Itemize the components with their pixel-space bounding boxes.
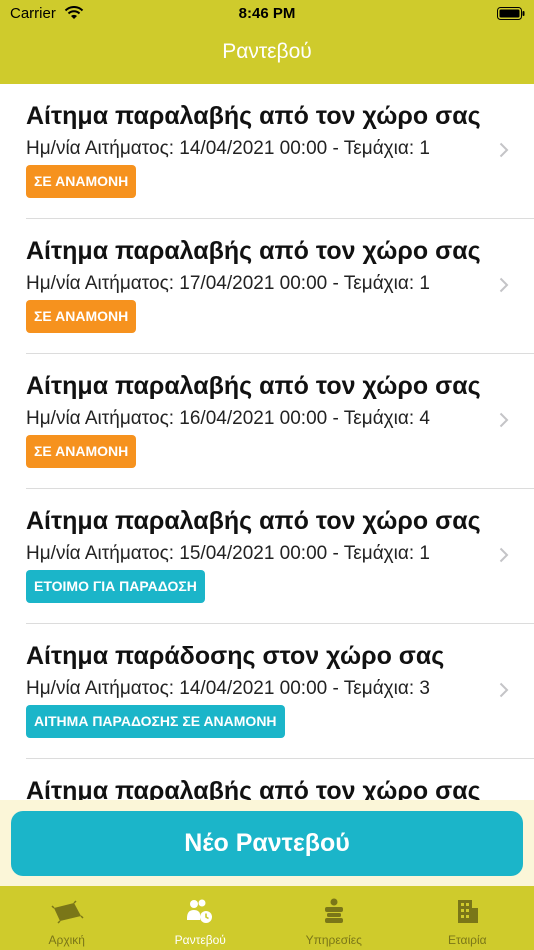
tab-home[interactable]: Αρχική — [0, 886, 134, 950]
appointment-details: Ημ/νία Αιτήματος: 14/04/2021 00:00 - Τεμ… — [26, 678, 430, 699]
tab-label: Αρχική — [48, 933, 85, 947]
appointment-title: Αίτημα παραλαβής από τον χώρο σας — [26, 102, 481, 130]
appointment-row[interactable]: Αίτημα παραλαβής από τον χώρο σας Ημ/νία… — [0, 489, 534, 624]
appointment-row[interactable]: Αίτημα παραλαβής από τον χώρο σας Ημ/νία… — [0, 354, 534, 489]
status-time: 8:46 PM — [238, 5, 296, 22]
navigation-header: Carrier 8:46 PM Ραντεβού — [0, 0, 534, 84]
chevron-right-icon — [499, 547, 509, 563]
appointment-title: Αίτημα παράδοσης στον χώρο σας — [26, 642, 445, 670]
appointment-row[interactable]: Αίτημα παραλαβής από τον χώρο σας Ημ/νία… — [0, 219, 534, 354]
appointment-details: Ημ/νία Αιτήματος: 17/04/2021 00:00 - Τεμ… — [26, 273, 430, 294]
chevron-right-icon — [499, 277, 509, 293]
status-badge: ΣΕ ΑΝΑΜΟΝΗ — [26, 435, 137, 468]
appointment-details: Ημ/νία Αιτήματος: 15/04/2021 00:00 - Τεμ… — [26, 543, 430, 564]
appointment-title: Αίτημα παραλαβής από τον χώρο σας — [26, 372, 481, 400]
appointments-list[interactable]: Αίτημα παραλαβής από τον χώρο σας Ημ/νία… — [0, 84, 534, 804]
tab-bar: Αρχική Ραντεβού Υπηρεσίες Εταιρία — [0, 886, 534, 950]
status-badge: ΑΙΤΗΜΑ ΠΑΡΑΔΟΣΗΣ ΣΕ ΑΝΑΜΟΝΗ — [26, 705, 285, 738]
appointment-row[interactable]: Αίτημα παραλαβής από τον χώρο σας Ημ/νία… — [0, 84, 534, 219]
status-badge: ΕΤΟΙΜΟ ΓΙΑ ΠΑΡΑΔΟΣΗ — [26, 570, 205, 603]
appointment-row[interactable]: Αίτημα παραλαβής από τον χώρο σας — [0, 759, 534, 804]
chevron-right-icon — [499, 412, 509, 428]
status-badge: ΣΕ ΑΝΑΜΟΝΗ — [26, 165, 137, 198]
carpet-icon — [51, 900, 84, 924]
tab-label: Εταιρία — [447, 933, 487, 947]
company-icon — [458, 900, 479, 923]
new-appointment-button[interactable]: Νέο Ραντεβού — [11, 811, 523, 876]
battery-icon — [497, 7, 525, 20]
tab-services[interactable]: Υπηρεσίες — [267, 886, 401, 950]
appointment-details: Ημ/νία Αιτήματος: 14/04/2021 00:00 - Τεμ… — [26, 138, 430, 159]
appointment-row[interactable]: Αίτημα παράδοσης στον χώρο σας Ημ/νία Αι… — [0, 624, 534, 759]
tab-company[interactable]: Εταιρία — [401, 886, 534, 950]
appointment-title: Αίτημα παραλαβής από τον χώρο σας — [26, 237, 481, 265]
services-icon — [324, 898, 343, 923]
chevron-right-icon — [499, 142, 509, 158]
tab-label: Υπηρεσίες — [305, 933, 362, 947]
appointment-title: Αίτημα παραλαβής από τον χώρο σας — [26, 507, 481, 535]
appointment-details: Ημ/νία Αιτήματος: 16/04/2021 00:00 - Τεμ… — [26, 408, 430, 429]
tab-appointments[interactable]: Ραντεβού — [134, 886, 268, 950]
tab-label: Ραντεβού — [174, 933, 226, 947]
chevron-right-icon — [499, 682, 509, 698]
appointments-icon — [187, 899, 213, 923]
status-bar: Carrier 8:46 PM — [0, 0, 534, 28]
status-badge: ΣΕ ΑΝΑΜΟΝΗ — [26, 300, 137, 333]
page-title: Ραντεβού — [222, 40, 312, 63]
